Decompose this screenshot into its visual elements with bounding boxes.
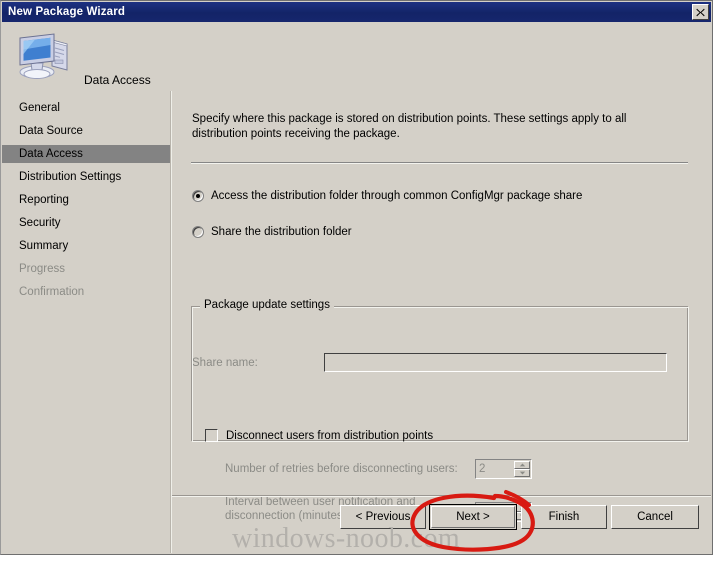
wizard-content-pane: Specify where this package is stored on …	[172, 91, 711, 553]
sidebar-item-distribution-settings[interactable]: Distribution Settings	[2, 168, 170, 186]
sidebar-item-data-source[interactable]: Data Source	[2, 122, 170, 140]
checkbox-disconnect-users-label: Disconnect users from distribution point…	[226, 429, 434, 442]
radio-share-distribution-folder[interactable]: Share the distribution folder	[192, 226, 352, 238]
page-title: Data Access	[84, 73, 151, 87]
next-button[interactable]: Next >	[429, 504, 517, 530]
window-title: New Package Wizard	[8, 6, 126, 18]
computer-icon	[15, 30, 75, 82]
wizard-window: New Package Wizard Data Access General D…	[0, 0, 713, 555]
wizard-step-list: General Data Source Data Access Distribu…	[2, 91, 170, 553]
sidebar-item-data-access[interactable]: Data Access	[2, 145, 170, 163]
content-divider-highlight	[191, 163, 688, 164]
radio-access-common-share[interactable]: Access the distribution folder through c…	[192, 190, 582, 202]
sidebar-item-reporting[interactable]: Reporting	[2, 191, 170, 209]
next-button-label: Next >	[431, 506, 515, 528]
previous-button[interactable]: < Previous	[340, 505, 426, 529]
instruction-text: Specify where this package is stored on …	[192, 113, 627, 140]
package-update-settings-group	[191, 306, 688, 441]
close-icon[interactable]	[692, 4, 709, 20]
sidebar-item-confirmation: Confirmation	[19, 286, 85, 298]
checkbox-disconnect-users[interactable]: Disconnect users from distribution point…	[205, 429, 433, 442]
package-update-settings-legend: Package update settings	[200, 299, 334, 311]
checkbox-unchecked-icon	[205, 429, 218, 442]
chevron-up-icon[interactable]	[514, 461, 530, 469]
radio-share-distribution-folder-label: Share the distribution folder	[211, 226, 352, 238]
retries-stepper[interactable]: 2	[475, 459, 532, 479]
title-bar: New Package Wizard	[2, 2, 711, 22]
retries-value: 2	[479, 463, 486, 475]
radio-access-common-share-label: Access the distribution folder through c…	[211, 190, 583, 202]
sidebar-item-progress: Progress	[19, 263, 66, 275]
wizard-header: Data Access	[2, 22, 711, 112]
cancel-button[interactable]: Cancel	[611, 505, 699, 529]
retries-label: Number of retries before disconnecting u…	[225, 463, 458, 475]
radio-unselected-icon	[192, 226, 204, 238]
sidebar-item-summary[interactable]: Summary	[2, 237, 170, 255]
radio-selected-icon	[192, 190, 204, 202]
sidebar-item-security[interactable]: Security	[2, 214, 170, 232]
sidebar-item-general[interactable]: General	[2, 99, 170, 117]
chevron-down-icon[interactable]	[514, 469, 530, 477]
finish-button[interactable]: Finish	[521, 505, 607, 529]
retries-stepper-buttons	[514, 460, 531, 478]
footer-divider-highlight	[172, 496, 711, 497]
